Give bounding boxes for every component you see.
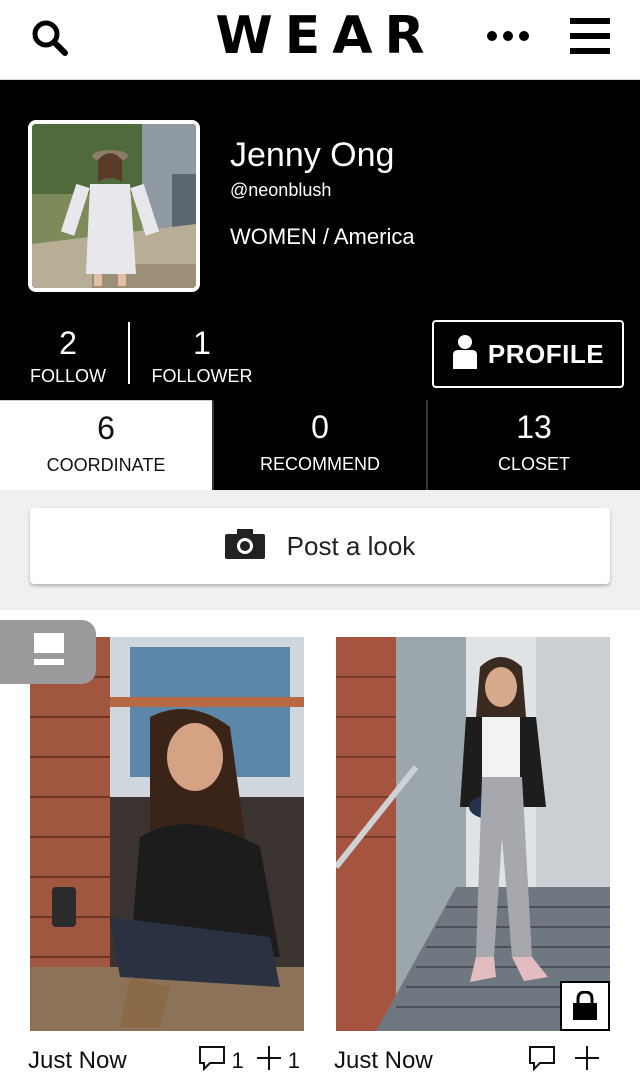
camera-icon [224, 528, 265, 564]
user-name: Jenny Ong [230, 136, 395, 174]
tab-recommend[interactable]: 0 RECOMMEND [212, 400, 426, 490]
tab-count: 13 [516, 409, 552, 445]
card-actions [528, 1045, 612, 1077]
profile-button-label: PROFILE [487, 338, 605, 369]
tab-label: COORDINATE [46, 455, 166, 475]
profile-header: Jenny Ong @neonblush WOMEN / America 2 F… [0, 80, 640, 400]
profile-button[interactable]: PROFILE [432, 320, 624, 388]
follower-label: FOLLOWER [151, 366, 253, 386]
post-time: Just Now [28, 1047, 127, 1074]
follower-stat[interactable]: 1 FOLLOWER [140, 326, 264, 387]
outfit-photo[interactable] [336, 637, 610, 1031]
comment-count: 1 [231, 1048, 244, 1073]
tab-coordinate[interactable]: 6 COORDINATE [0, 400, 212, 490]
follow-count: 2 [59, 325, 77, 361]
add-icon[interactable] [256, 1045, 282, 1077]
comment-icon[interactable] [528, 1045, 556, 1077]
tab-label: CLOSET [497, 454, 571, 474]
comment-icon[interactable] [198, 1045, 226, 1077]
add-count: 1 [287, 1048, 300, 1073]
post-area: Post a look [0, 490, 640, 610]
profile-tabs: 6 COORDINATE 0 RECOMMEND 13 CLOSET [0, 400, 640, 490]
user-category: WOMEN / America [230, 224, 415, 249]
tab-label: RECOMMEND [260, 454, 380, 474]
avatar[interactable] [28, 120, 200, 292]
follow-stat[interactable]: 2 FOLLOW [20, 326, 116, 387]
feed-card[interactable]: Just Now 1 1 [28, 637, 307, 1083]
feed-card[interactable]: Just Now [334, 637, 612, 1083]
post-time: Just Now [334, 1047, 433, 1074]
layout-icon [34, 632, 64, 672]
user-handle: @neonblush [230, 180, 332, 200]
add-icon[interactable] [574, 1045, 600, 1077]
outfit-photo[interactable] [30, 637, 304, 1031]
tab-closet[interactable]: 13 CLOSET [426, 400, 640, 490]
post-a-look-label: Post a look [286, 530, 416, 561]
post-a-look-button[interactable]: Post a look [30, 508, 610, 584]
menu-icon[interactable] [570, 16, 610, 56]
app-logo[interactable]: WEAR [0, 8, 640, 64]
lock-icon [560, 981, 610, 1031]
card-footer: Just Now [334, 1041, 612, 1083]
top-nav-bar: WEAR [0, 0, 640, 80]
stat-divider [128, 322, 130, 384]
tab-count: 6 [97, 410, 115, 446]
follow-label: FOLLOW [29, 366, 106, 386]
card-footer: Just Now 1 1 [28, 1041, 307, 1083]
card-actions: 1 1 [198, 1045, 307, 1077]
more-icon[interactable] [486, 28, 530, 44]
person-icon [452, 334, 478, 374]
tab-count: 0 [311, 409, 329, 445]
layout-toggle-button[interactable] [0, 620, 96, 684]
coordinate-feed: Just Now 1 1 Just Now [0, 610, 640, 1083]
follower-count: 1 [193, 325, 211, 361]
